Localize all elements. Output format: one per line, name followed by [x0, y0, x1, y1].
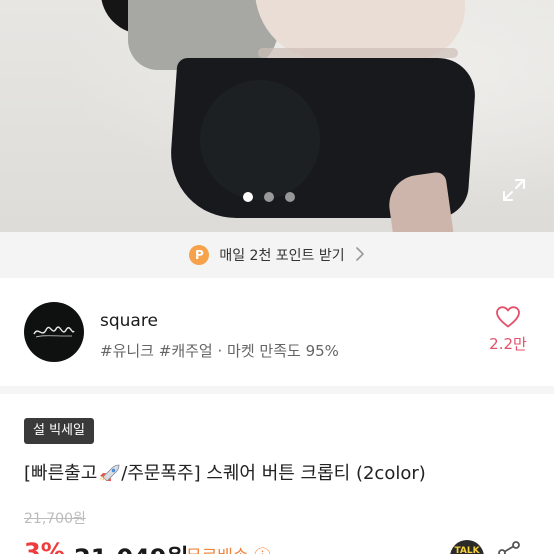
shop-tag[interactable]: #캐주얼: [159, 342, 213, 360]
shop-tag[interactable]: #유니크: [100, 342, 154, 360]
talk-chat-button[interactable]: TALK: [450, 540, 484, 554]
product-title-prefix: [빠른출고: [24, 463, 98, 484]
heart-outline-icon: [496, 306, 520, 328]
free-shipping-label[interactable]: 무료배송 ⓘ: [186, 542, 271, 554]
photo-arm-shadow: [258, 48, 458, 58]
product-title: [빠른출고 /주문폭주] 스퀘어 버튼 크롭티 (2color): [24, 459, 426, 485]
share-icon[interactable]: [496, 540, 522, 554]
point-banner-text: 매일 2천 포인트 받기: [219, 248, 345, 264]
expand-icon[interactable]: [500, 176, 528, 204]
like-button[interactable]: 2.2만: [486, 305, 530, 354]
sale-event-badge: 설 빅세일: [24, 418, 94, 444]
photo-skirt-shade: [200, 80, 320, 200]
point-badge-icon: P: [189, 245, 210, 265]
product-title-suffix: /주문폭주] 스퀘어 버튼 크롭티 (2color): [121, 463, 426, 484]
original-price: 21,700원: [24, 511, 86, 527]
carousel-dot[interactable]: [285, 192, 295, 202]
shop-meta: #유니크 #캐주얼 · 마켓 만족도 95%: [100, 340, 339, 361]
discount-rate: 3%: [24, 538, 65, 554]
chevron-right-icon: [355, 246, 365, 265]
carousel-dot-active[interactable]: [243, 192, 253, 202]
like-count: 2.2만: [489, 335, 527, 353]
shop-avatar[interactable]: [24, 302, 84, 362]
rocket-icon: [99, 464, 120, 481]
carousel-indicator: [243, 192, 295, 202]
talk-label: TALK: [454, 546, 480, 554]
product-image[interactable]: [0, 0, 554, 232]
sale-price: 21,049원: [74, 538, 189, 554]
section-divider: [0, 386, 554, 394]
shop-name[interactable]: square: [100, 311, 158, 331]
daily-point-banner[interactable]: P 매일 2천 포인트 받기: [0, 232, 554, 278]
shop-logo-mark: [33, 326, 75, 338]
market-satisfaction: 마켓 만족도 95%: [227, 342, 339, 360]
meta-separator: ·: [212, 342, 228, 360]
carousel-dot[interactable]: [264, 192, 274, 202]
